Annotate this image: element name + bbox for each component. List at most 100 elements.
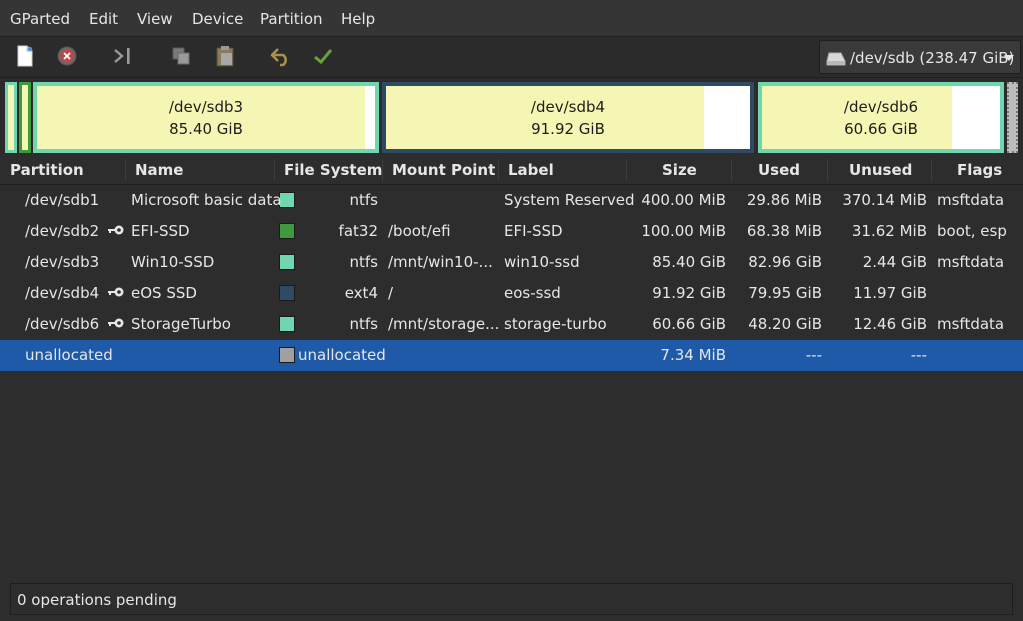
undo-icon	[270, 48, 287, 67]
checkmark-icon	[314, 49, 333, 65]
cell-size: 60.66 GiB	[652, 315, 726, 333]
cell-used: 68.38 MiB	[746, 222, 822, 240]
column-header-mount-point[interactable]: Mount Point	[392, 161, 495, 179]
filesystem-color-swatch	[279, 223, 295, 239]
resize-move-button[interactable]	[108, 41, 138, 71]
cell-fs: ntfs	[349, 253, 378, 271]
cell-fs: ntfs	[349, 191, 378, 209]
cell-used: 82.96 GiB	[748, 253, 822, 271]
undo-button[interactable]	[266, 41, 296, 71]
graphic-segment-sdb2[interactable]	[19, 82, 31, 153]
cell-label: win10-ssd	[504, 253, 580, 271]
cell-name: EFI-SSD	[131, 222, 190, 240]
cell-used: 29.86 MiB	[746, 191, 822, 209]
graphic-segment-unallocated[interactable]	[1007, 82, 1018, 153]
partition-table: Partition Name File System Mount Point L…	[0, 156, 1023, 576]
graphic-segment-sdb3[interactable]: /dev/sdb3 85.40 GiB	[33, 82, 379, 153]
partition-graphic: /dev/sdb3 85.40 GiB /dev/sdb4 91.92 GiB …	[0, 78, 1023, 154]
graphic-label-sdb6-size: 60.66 GiB	[844, 120, 918, 138]
cell-size: 91.92 GiB	[652, 284, 726, 302]
filesystem-color-swatch	[279, 347, 295, 363]
cell-mount: /mnt/storage...	[388, 315, 500, 333]
graphic-segment-sdb1[interactable]	[5, 82, 17, 153]
cell-unused: 11.97 GiB	[853, 284, 927, 302]
table-row[interactable]: /dev/sdb3 Win10-SSD ntfs/mnt/win10-... win1…	[0, 247, 1023, 278]
table-row[interactable]: unallocated unallocated 7.34 MiB --- ---	[0, 340, 1023, 371]
disk-icon	[826, 52, 846, 66]
menu-device[interactable]: Device	[192, 10, 243, 28]
graphic-segment-sdb6[interactable]: /dev/sdb6 60.66 GiB	[758, 82, 1004, 153]
table-header: Partition Name File System Mount Point L…	[0, 156, 1023, 185]
cell-used: ---	[805, 346, 822, 364]
cell-label: System Reserved	[504, 191, 635, 209]
resize-move-icon	[114, 48, 130, 64]
cell-name: Microsoft basic data	[131, 191, 282, 209]
filesystem-color-swatch	[279, 316, 295, 332]
filesystem-color-swatch	[279, 285, 295, 301]
mounted-key-icon	[108, 225, 124, 235]
table-row[interactable]: /dev/sdb2 EFI-SSD fat32/boot/efi EFI-SSD 100…	[0, 216, 1023, 247]
cell-unused: 370.14 MiB	[842, 191, 927, 209]
chevron-down-icon	[1004, 55, 1014, 61]
cell-size: 100.00 MiB	[641, 222, 726, 240]
device-label: /dev/sdb (238.47 GiB)	[850, 49, 1015, 67]
column-header-partition[interactable]: Partition	[10, 161, 84, 179]
cell-partition: unallocated	[25, 346, 113, 364]
cell-unused: 31.62 MiB	[851, 222, 927, 240]
column-header-used[interactable]: Used	[758, 161, 800, 179]
cell-unused: 12.46 GiB	[853, 315, 927, 333]
new-document-icon	[17, 45, 33, 67]
cell-fs: fat32	[338, 222, 378, 240]
paste-icon	[216, 46, 234, 67]
table-row[interactable]: /dev/sdb4 eOS SSD ext4 / eos-ssd 91.92 GiB 79.…	[0, 278, 1023, 309]
cell-partition: /dev/sdb3	[25, 253, 100, 271]
cell-label: EFI-SSD	[504, 222, 563, 240]
graphic-label-sdb4-name: /dev/sdb4	[530, 98, 606, 116]
table-row[interactable]: /dev/sdb1 Microsoft basic data ntfs System …	[0, 185, 1023, 216]
column-header-name[interactable]: Name	[135, 161, 183, 179]
cell-size: 400.00 MiB	[641, 191, 726, 209]
cell-flags: msftdata	[937, 191, 1005, 209]
graphic-label-sdb6-name: /dev/sdb6	[843, 98, 919, 116]
graphic-label-sdb3-size: 85.40 GiB	[169, 120, 243, 138]
menu-edit[interactable]: Edit	[89, 10, 118, 28]
column-header-unused[interactable]: Unused	[849, 161, 912, 179]
status-text: 0 operations pending	[17, 591, 177, 609]
copy-button[interactable]	[166, 41, 196, 71]
cell-name: StorageTurbo	[131, 315, 231, 333]
column-header-label[interactable]: Label	[508, 161, 554, 179]
copy-icon	[172, 47, 190, 65]
menu-partition[interactable]: Partition	[260, 10, 323, 28]
graphic-label-sdb4-size: 91.92 GiB	[531, 120, 605, 138]
column-header-file-system[interactable]: File System	[284, 161, 382, 179]
cell-mount: /boot/efi	[388, 222, 451, 240]
cell-fs: unallocated	[298, 346, 386, 364]
cell-partition: /dev/sdb1	[25, 191, 100, 209]
cell-mount: /mnt/win10-...	[388, 253, 493, 271]
cell-mount: /	[388, 284, 394, 302]
paste-button[interactable]	[210, 41, 240, 71]
mounted-key-icon	[108, 287, 124, 297]
cell-label: storage-turbo	[504, 315, 607, 333]
delete-partition-button[interactable]	[52, 41, 82, 71]
column-header-size[interactable]: Size	[662, 161, 697, 179]
menu-view[interactable]: View	[137, 10, 173, 28]
menu-gparted[interactable]: GParted	[10, 10, 70, 28]
cell-fs: ext4	[344, 284, 378, 302]
table-row[interactable]: /dev/sdb6 StorageTurbo ntfs/mnt/storage...…	[0, 309, 1023, 340]
cell-flags: boot, esp	[937, 222, 1007, 240]
column-header-flags[interactable]: Flags	[957, 161, 1002, 179]
cell-unused: ---	[910, 346, 927, 364]
device-selector[interactable]: /dev/sdb (238.47 GiB)	[819, 40, 1021, 74]
apply-button[interactable]	[308, 41, 338, 71]
cell-label: eos-ssd	[504, 284, 561, 302]
delete-icon	[57, 46, 77, 66]
menu-help[interactable]: Help	[341, 10, 375, 28]
statusbar: 0 operations pending	[10, 583, 1013, 615]
cell-partition: /dev/sdb4	[25, 284, 100, 302]
cell-name: Win10-SSD	[131, 253, 215, 271]
graphic-segment-sdb4[interactable]: /dev/sdb4 91.92 GiB	[382, 82, 754, 153]
new-partition-button[interactable]	[10, 41, 40, 71]
cell-flags: msftdata	[937, 253, 1005, 271]
cell-name: eOS SSD	[131, 284, 197, 302]
